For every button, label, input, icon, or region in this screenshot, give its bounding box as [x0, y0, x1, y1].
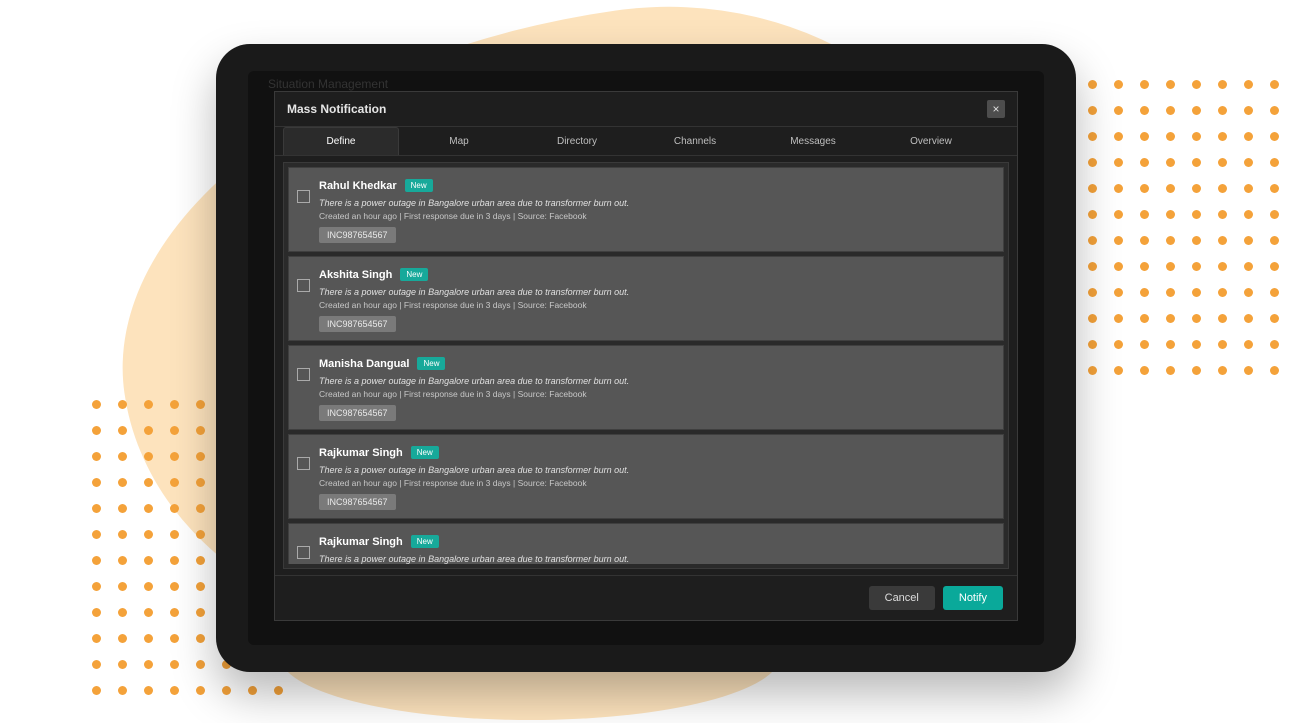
list-item[interactable]: Rajkumar Singh New There is a power outage… [288, 523, 1004, 564]
row-description: There is a power outage in Bangalore urb… [319, 465, 993, 475]
dot-grid [1088, 80, 1284, 380]
row-description: There is a power outage in Bangalore urb… [319, 376, 993, 386]
status-badge: New [411, 535, 439, 548]
list-item[interactable]: Akshita Singh New There is a power outage … [288, 256, 1004, 341]
row-name: Akshita Singh [319, 269, 392, 281]
row-name: Rajkumar Singh [319, 447, 403, 459]
modal-header: Mass Notification × [275, 92, 1017, 127]
row-meta: Created an hour ago | First response due… [319, 211, 993, 221]
incident-ref-chip[interactable]: INC987654567 [319, 405, 396, 421]
row-meta: Created an hour ago | First response due… [319, 478, 993, 488]
row-description: There is a power outage in Bangalore urb… [319, 198, 993, 208]
status-badge: New [400, 268, 428, 281]
row-checkbox[interactable] [297, 368, 310, 381]
status-badge: New [417, 357, 445, 370]
incident-ref-chip[interactable]: INC987654567 [319, 316, 396, 332]
tab-messages[interactable]: Messages [755, 127, 871, 155]
modal-footer: Cancel Notify [275, 575, 1017, 620]
tab-channels[interactable]: Channels [637, 127, 753, 155]
tab-directory[interactable]: Directory [519, 127, 635, 155]
modal-title: Mass Notification [287, 102, 386, 116]
row-checkbox[interactable] [297, 457, 310, 470]
row-name: Rajkumar Singh [319, 536, 403, 548]
row-name: Manisha Dangual [319, 358, 409, 370]
incident-ref-chip[interactable]: INC987654567 [319, 494, 396, 510]
list-scroll: Rahul Khedkar New There is a power outage … [288, 167, 1004, 564]
status-badge: New [405, 179, 433, 192]
incident-ref-chip[interactable]: INC987654567 [319, 227, 396, 243]
row-meta: Created an hour ago | First response due… [319, 389, 993, 399]
tab-overview[interactable]: Overview [873, 127, 989, 155]
row-checkbox[interactable] [297, 279, 310, 292]
cancel-button[interactable]: Cancel [869, 586, 935, 610]
tablet-frame: Situation Management Mass Notification ×… [216, 44, 1076, 672]
screen: Situation Management Mass Notification ×… [248, 71, 1044, 645]
row-description: There is a power outage in Bangalore urb… [319, 287, 993, 297]
status-badge: New [411, 446, 439, 459]
notify-button[interactable]: Notify [943, 586, 1003, 610]
mass-notification-modal: Mass Notification × DefineMapDirectoryCh… [274, 91, 1018, 621]
list-item[interactable]: Rajkumar Singh New There is a power outage… [288, 434, 1004, 519]
tab-define[interactable]: Define [283, 127, 399, 155]
close-icon[interactable]: × [987, 100, 1005, 118]
list-item[interactable]: Rahul Khedkar New There is a power outage … [288, 167, 1004, 252]
row-name: Rahul Khedkar [319, 180, 397, 192]
notification-list: Rahul Khedkar New There is a power outage … [283, 162, 1009, 569]
tab-bar: DefineMapDirectoryChannelsMessagesOvervi… [275, 127, 1017, 156]
row-checkbox[interactable] [297, 546, 310, 559]
list-item[interactable]: Manisha Dangual New There is a power outag… [288, 345, 1004, 430]
row-description: There is a power outage in Bangalore urb… [319, 554, 993, 564]
tab-map[interactable]: Map [401, 127, 517, 155]
row-checkbox[interactable] [297, 190, 310, 203]
row-meta: Created an hour ago | First response due… [319, 300, 993, 310]
